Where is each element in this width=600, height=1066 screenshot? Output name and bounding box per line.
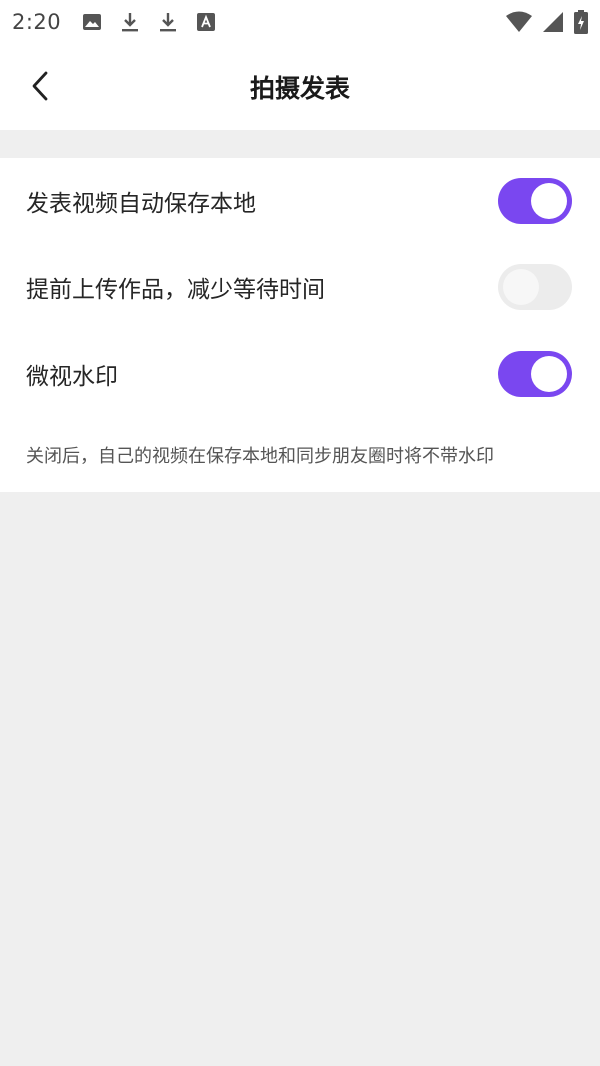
notification-icons (81, 11, 217, 33)
battery-icon (574, 10, 588, 34)
setting-row-auto-save: 发表视频自动保存本地 (0, 158, 600, 244)
toggle-knob (531, 183, 567, 219)
settings-card: 发表视频自动保存本地 提前上传作品，减少等待时间 微视水印 关闭后，自己的视频在… (0, 158, 600, 492)
font-icon (195, 11, 217, 33)
toggle-knob (531, 356, 567, 392)
status-bar: 2:20 (0, 0, 600, 44)
download-icon (119, 11, 141, 33)
app-screen: 2:20 拍摄发表 发表视频自动保存本地 提前上传作品，减少等待时间 微视水印 … (0, 0, 600, 1066)
setting-label: 微视水印 (26, 364, 118, 390)
chevron-left-icon (32, 71, 48, 101)
wifi-icon (506, 11, 532, 33)
page-title: 拍摄发表 (249, 74, 350, 103)
setting-row-watermark: 微视水印 (0, 331, 600, 417)
image-icon (81, 11, 103, 33)
setting-row-preupload: 提前上传作品，减少等待时间 (0, 244, 600, 330)
watermark-note: 关闭后，自己的视频在保存本地和同步朋友圈时将不带水印 (26, 446, 494, 467)
toggle-knob (503, 269, 539, 305)
setting-label: 发表视频自动保存本地 (26, 191, 256, 217)
system-icons (506, 10, 588, 34)
setting-label: 提前上传作品，减少等待时间 (26, 277, 325, 303)
nav-bar: 拍摄发表 (0, 44, 600, 130)
status-time: 2:20 (12, 10, 62, 34)
back-button[interactable] (22, 66, 58, 106)
download-icon (157, 11, 179, 33)
watermark-toggle[interactable] (498, 351, 572, 397)
signal-icon (542, 11, 564, 33)
preupload-toggle[interactable] (498, 264, 572, 310)
auto-save-toggle[interactable] (498, 178, 572, 224)
